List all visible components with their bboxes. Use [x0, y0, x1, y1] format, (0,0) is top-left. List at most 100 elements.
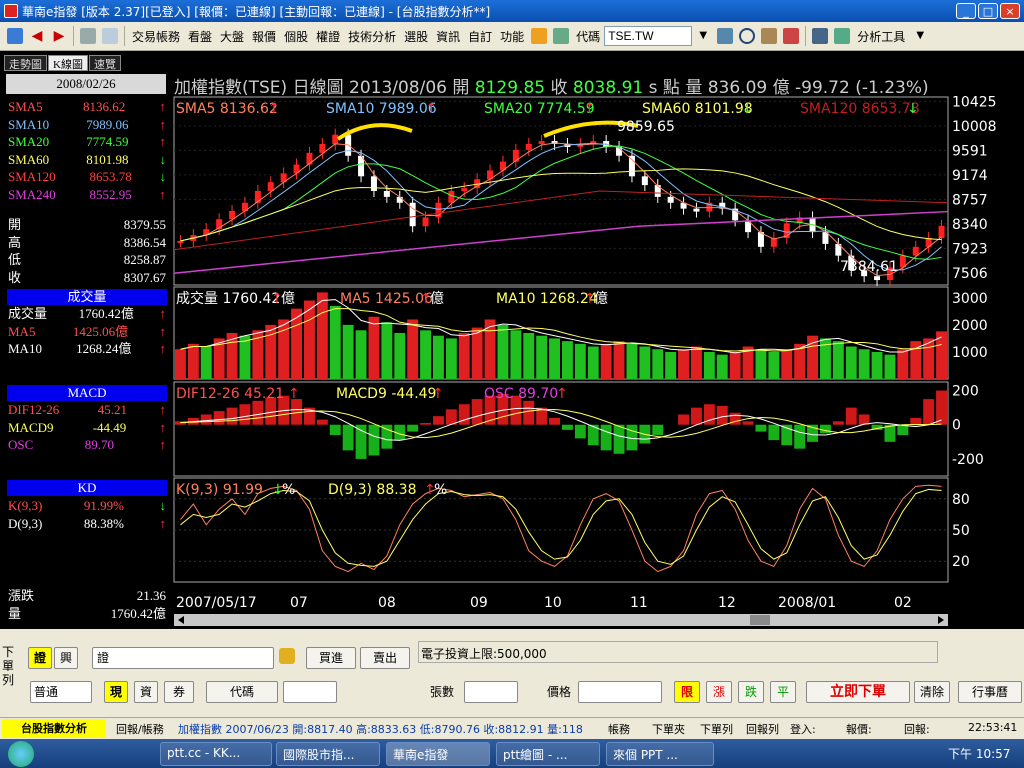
menu-technical[interactable]: 技術分析 [344, 28, 400, 45]
analysis-tools-button[interactable]: 分析工具 [853, 28, 909, 45]
stock-tab[interactable]: 證 [28, 647, 52, 669]
volume-bar [691, 346, 702, 379]
pencil-icon[interactable] [531, 28, 548, 44]
task-ptt-draw[interactable]: ptt繪圖 - ... [496, 742, 600, 766]
close-button[interactable]: × [1000, 3, 1020, 19]
limit-up-button[interactable]: 漲 [706, 681, 732, 703]
status-order-row[interactable]: 下單列 [700, 721, 733, 737]
zoom-icon[interactable] [761, 28, 778, 44]
code-input[interactable]: TSE.TW [604, 26, 693, 46]
menu-screener[interactable]: 選股 [400, 28, 432, 45]
kd-row: K(9,3) 91.99% ↓ [8, 497, 166, 514]
status-order-folder[interactable]: 下單夾 [652, 721, 685, 737]
back-icon[interactable]: ◀ [29, 28, 45, 44]
menu-custom[interactable]: 自訂 [464, 28, 496, 45]
up-arrow-icon: ↑ [432, 386, 444, 402]
dropdown-arrow-icon[interactable]: ▼ [912, 28, 928, 44]
price-input[interactable] [578, 681, 662, 703]
osc-bar [381, 424, 393, 449]
task-index[interactable]: 國際股市指... [276, 742, 380, 766]
unit-label: % [434, 482, 447, 498]
limit-down-button[interactable]: 跌 [738, 681, 764, 703]
menu-trade-account[interactable]: 交易帳務 [128, 28, 184, 45]
status-tab-index[interactable]: 台股指數分析 [2, 719, 106, 738]
flat-button[interactable]: 平 [770, 681, 796, 703]
scrollbar-thumb[interactable] [750, 615, 770, 625]
ohlc-row: 開 8379.55 [8, 216, 166, 233]
buy-button[interactable]: 買進 [306, 647, 356, 669]
app-icon [4, 4, 18, 18]
tab-overview[interactable]: 速覽 [88, 55, 121, 71]
volume-bar [781, 349, 793, 379]
up-arrow-icon: ↑ [159, 186, 167, 202]
y-tick-label: 8340 [952, 217, 988, 233]
sell-button[interactable]: 賣出 [360, 647, 410, 669]
status-report-row[interactable]: 回報列 [746, 721, 779, 737]
table-icon[interactable] [553, 28, 570, 44]
maximize-button[interactable]: □ [978, 3, 998, 19]
kd-label: D(9,3) [8, 515, 43, 531]
tab-kline[interactable]: K線圖 [48, 55, 88, 71]
volume-bar [845, 346, 857, 379]
home-icon[interactable] [7, 28, 23, 44]
mode-margin[interactable]: 資 [134, 681, 158, 703]
calendar-button[interactable]: 行事曆 [958, 681, 1022, 703]
alert-icon[interactable] [783, 28, 800, 44]
menu-market[interactable]: 大盤 [216, 28, 248, 45]
otc-tab[interactable]: 興 [54, 647, 78, 669]
code-button[interactable]: 代碼 [206, 681, 278, 703]
volume-bar [329, 305, 341, 379]
menu-stock[interactable]: 個股 [280, 28, 312, 45]
task-ppt[interactable]: 來個 PPT ... [606, 742, 714, 766]
osc-bar [613, 424, 625, 454]
menu-quote[interactable]: 報價 [248, 28, 280, 45]
menu-function[interactable]: 功能 [496, 28, 528, 45]
legend-sma10: SMA10 7989.06 [326, 101, 437, 117]
volume-bar [613, 341, 625, 379]
osc-bar [407, 424, 419, 432]
tab-intraday[interactable]: 走勢圖 [4, 55, 47, 71]
mode-short[interactable]: 券 [164, 681, 194, 703]
order-code-field[interactable]: 證 [92, 647, 274, 669]
osc-bar [742, 421, 754, 425]
status-tab-report[interactable]: 回報/帳務 [116, 721, 164, 737]
limit-button[interactable]: 限 [674, 681, 700, 703]
y-tick-label: 2000 [952, 318, 988, 334]
minimize-button[interactable]: _ [956, 3, 976, 19]
search-icon[interactable] [739, 28, 756, 44]
analysis-tools-icon[interactable] [834, 28, 851, 44]
dropdown-arrow-icon[interactable]: ▼ [695, 28, 711, 44]
footer-label: 漲跌 [8, 588, 35, 603]
window-icon[interactable] [102, 28, 118, 44]
menu-warrant[interactable]: 權證 [312, 28, 344, 45]
y-tick-label: 20 [952, 554, 970, 570]
down-arrow-icon: ↓ [742, 101, 754, 117]
forward-icon[interactable]: ▶ [51, 28, 67, 44]
code-label: 代碼 [576, 29, 601, 44]
volume-header: 成交量 [7, 289, 167, 305]
menu-watch[interactable]: 看盤 [184, 28, 216, 45]
task-hnb[interactable]: 華南e指發 [386, 742, 490, 766]
code-field[interactable] [283, 681, 337, 703]
clear-button[interactable]: 清除 [914, 681, 950, 703]
pointer-icon[interactable] [812, 28, 829, 44]
mode-cash[interactable]: 現 [104, 681, 128, 703]
start-orb-icon[interactable] [8, 741, 34, 767]
qty-input[interactable] [464, 681, 518, 703]
ohlc-value: 8386.54 [123, 234, 166, 250]
legend-macd9: MACD9 -44.49 [336, 386, 436, 402]
lock-icon[interactable] [279, 648, 295, 664]
osc-bar [252, 400, 264, 425]
status-account[interactable]: 帳務 [608, 721, 630, 737]
order-type-select[interactable]: 普通 [30, 681, 92, 703]
high-annotation: 9859.65 [617, 119, 675, 135]
task-ptt[interactable]: ptt.cc - KK... [160, 742, 272, 766]
y-tick-label: 9591 [952, 143, 988, 159]
chart-panels[interactable]: 10425100089591917487578340792375069859.6… [172, 71, 1024, 627]
submit-order-button[interactable]: 立即下單 [806, 681, 910, 703]
sma-value: 8552.95 [89, 186, 132, 202]
print-icon[interactable] [80, 28, 96, 44]
y-tick-label: 9174 [952, 168, 988, 184]
lookup-icon[interactable] [717, 28, 734, 44]
menu-info[interactable]: 資訊 [432, 28, 464, 45]
